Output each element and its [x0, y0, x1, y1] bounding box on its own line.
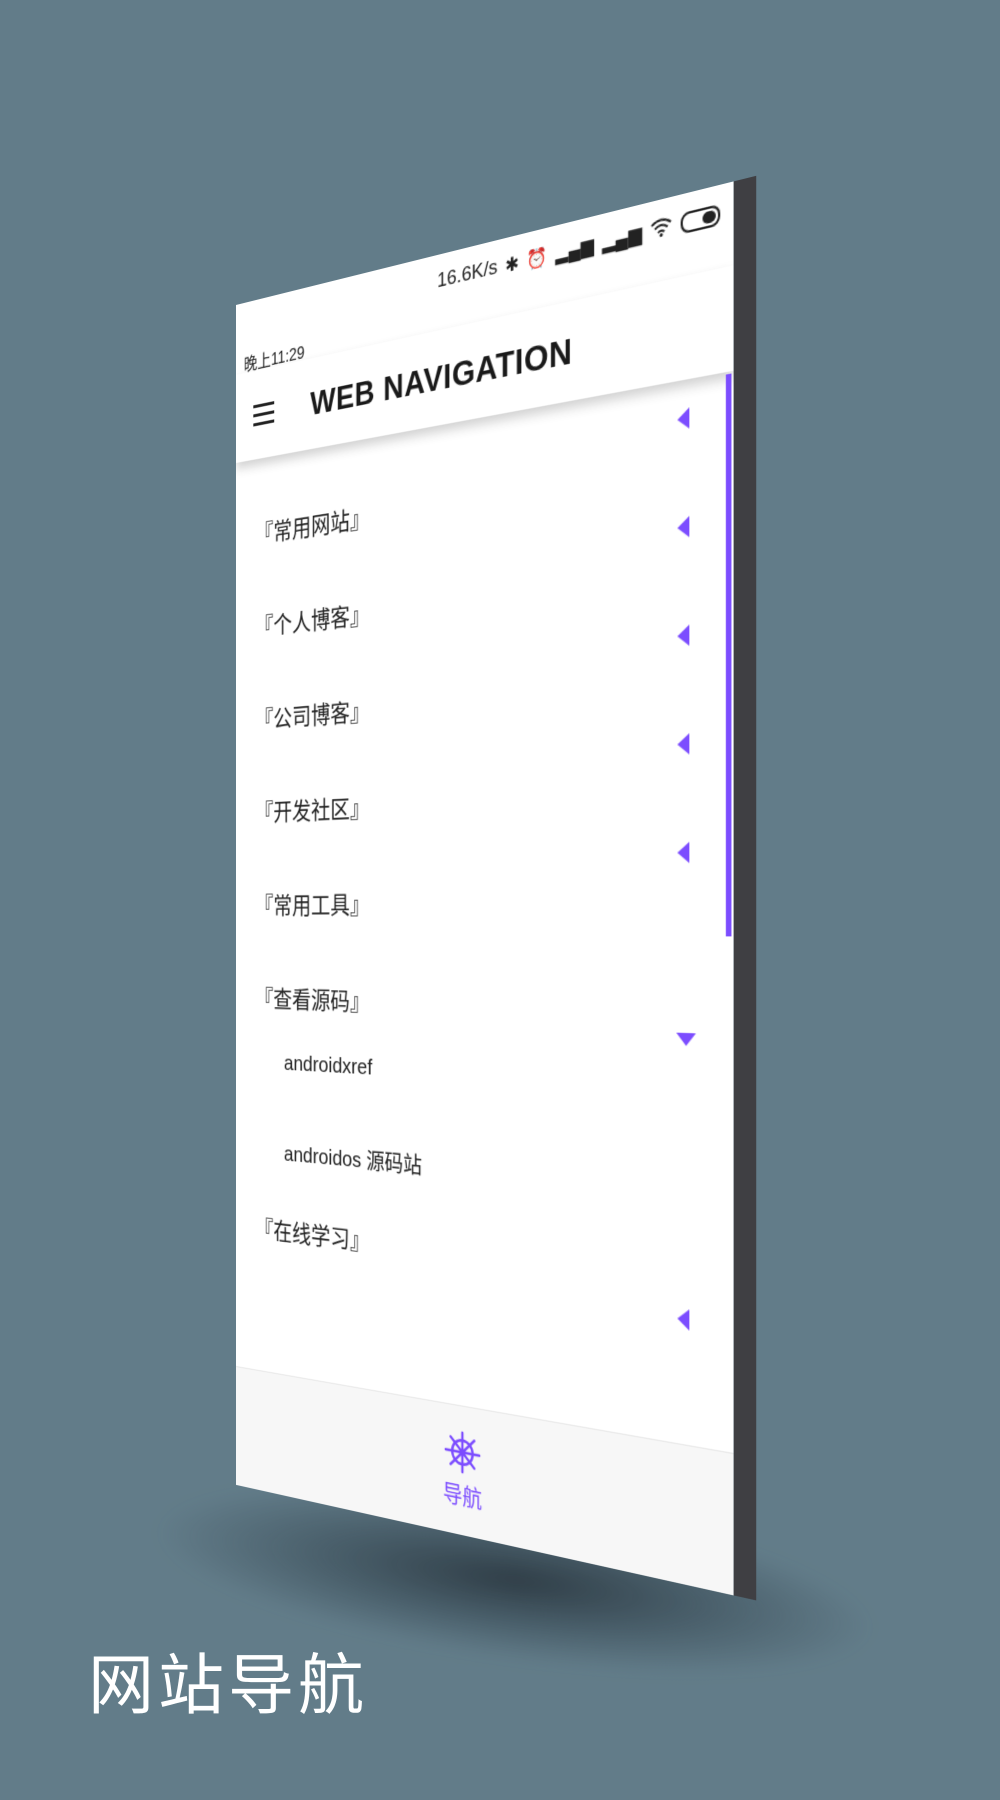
category-label: 『在线学习』 — [255, 1209, 370, 1258]
category-view-source[interactable]: 『查看源码』 — [236, 924, 734, 1034]
ship-wheel-icon — [444, 1427, 481, 1478]
category-label: 『查看源码』 — [255, 979, 370, 1017]
category-label: 『个人博客』 — [255, 594, 370, 643]
category-personal-blogs[interactable]: 『个人博客』 — [236, 483, 734, 649]
alarm-icon: ⏰ — [527, 246, 548, 270]
phone-edge — [734, 176, 757, 1601]
app-bar: WEB NAVIGATION — [236, 265, 734, 463]
collapse-arrow-icon — [677, 842, 689, 864]
category-online-learning[interactable]: 『在线学习』 — [236, 1185, 734, 1346]
app-title: WEB NAVIGATION — [310, 330, 572, 423]
category-label: 『公司博客』 — [255, 691, 370, 736]
category-dev-community[interactable]: 『开发社区』 — [236, 704, 734, 833]
stage: 晚上11:29 16.6K/s ✱ ⏰ ▂▄▆ ▂▄▆ WEB NAVIGATI… — [0, 0, 1000, 1800]
status-icons: 16.6K/s ✱ ⏰ ▂▄▆ ▂▄▆ — [437, 201, 720, 294]
navigation-list: 『常用网站』 『个人博客』 『公司博客』 『开发社区』 『常用工具』 『查看源码… — [236, 373, 734, 1346]
collapse-arrow-icon — [677, 733, 689, 755]
collapse-arrow-icon — [677, 1308, 689, 1331]
category-label: 『开发社区』 — [255, 788, 370, 828]
sub-item-label: androidos 源码站 — [284, 1137, 422, 1181]
status-bar: 晚上11:29 16.6K/s ✱ ⏰ ▂▄▆ ▂▄▆ — [236, 181, 734, 375]
phone-device: 晚上11:29 16.6K/s ✱ ⏰ ▂▄▆ ▂▄▆ WEB NAVIGATI… — [236, 181, 734, 1595]
signal-icon: ▂▄▆ — [602, 223, 642, 252]
category-company-blogs[interactable]: 『公司博客』 — [236, 594, 734, 741]
status-time: 晚上11:29 — [244, 337, 305, 376]
category-label: 『常用网站』 — [255, 497, 370, 550]
collapse-arrow-icon — [677, 516, 689, 539]
nav-label: 导航 — [443, 1475, 482, 1516]
category-common-sites[interactable]: 『常用网站』 — [236, 373, 734, 557]
bottom-navigation: 导航 — [236, 1366, 734, 1596]
sub-item-label: androidxref — [284, 1051, 372, 1081]
link-androidxref[interactable]: androidxref — [236, 1017, 734, 1135]
expand-arrow-icon — [676, 1033, 696, 1047]
collapse-arrow-icon — [677, 625, 689, 647]
bluetooth-icon: ✱ — [505, 253, 519, 275]
link-androidos-source[interactable]: androidos 源码站 — [236, 1101, 734, 1236]
category-common-tools[interactable]: 『常用工具』 — [236, 814, 734, 925]
nav-item-navigation[interactable]: 导航 — [443, 1427, 482, 1515]
scrollbar[interactable] — [726, 374, 732, 937]
category-label: 『常用工具』 — [255, 885, 370, 921]
battery-icon — [681, 204, 721, 235]
phone-screen: 晚上11:29 16.6K/s ✱ ⏰ ▂▄▆ ▂▄▆ WEB NAVIGATI… — [236, 181, 734, 1595]
wifi-icon — [651, 215, 672, 242]
signal-icon: ▂▄▆ — [555, 235, 594, 263]
menu-icon[interactable] — [253, 401, 274, 427]
collapse-arrow-icon — [677, 407, 689, 430]
network-speed: 16.6K/s — [437, 256, 497, 294]
promo-caption: 网站导航 — [88, 1632, 368, 1728]
